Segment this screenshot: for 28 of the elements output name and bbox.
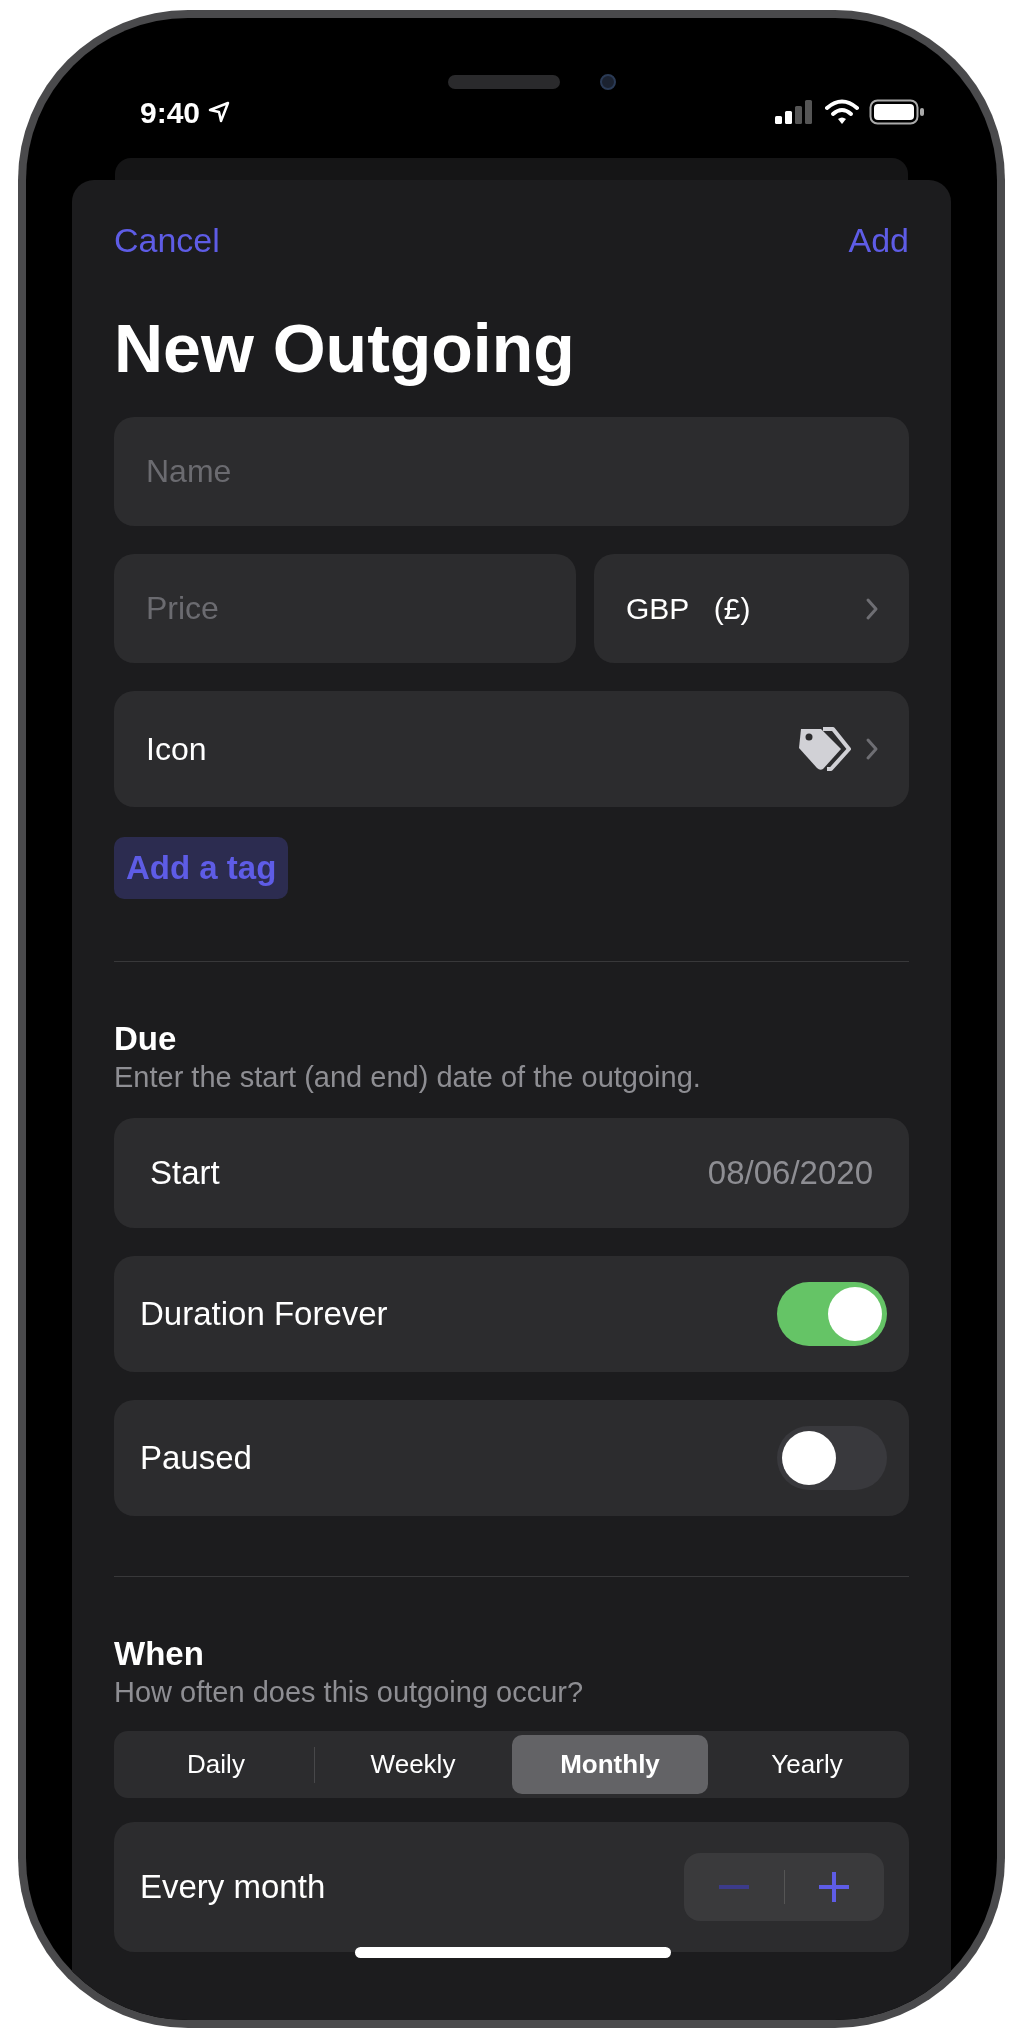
segment-tab[interactable]: Weekly [315,1735,511,1794]
currency-selector[interactable]: GBP (£) [594,554,909,663]
plus-icon [819,1872,850,1902]
name-field[interactable]: Name [114,417,909,526]
signal-icon [775,100,815,124]
toggle-label: Paused [140,1438,252,1479]
location-arrow-icon [208,101,231,123]
minus-icon [718,1885,749,1889]
status-time: 9:40 [140,94,201,131]
price-field[interactable]: Price [114,554,576,663]
section-title: Due [114,1020,178,1058]
start-date-row[interactable]: Start 08/06/2020 [114,1118,909,1228]
tags-icon [797,727,851,771]
wifi-icon [825,99,859,125]
camera-icon [599,74,616,90]
section-subtitle: Enter the start (and end) date of the outgoing. [114,1060,702,1094]
section-title: When [114,1635,205,1673]
segment-tab[interactable]: Yearly [709,1735,905,1794]
section-subtitle: How often does this outgoing occur? [114,1675,585,1709]
page-title: New Outgoing [114,310,576,386]
icon-row[interactable]: Icon [114,691,909,807]
frequency-label: Every month [140,1867,326,1908]
segment-tab[interactable]: Daily [118,1735,314,1794]
chevron-right-icon [865,596,879,621]
battery-icon [869,99,925,125]
chevron-right-icon [865,737,879,761]
toggle-label: Duration Forever [140,1294,388,1335]
segment-tab[interactable]: Monthly [512,1735,708,1794]
